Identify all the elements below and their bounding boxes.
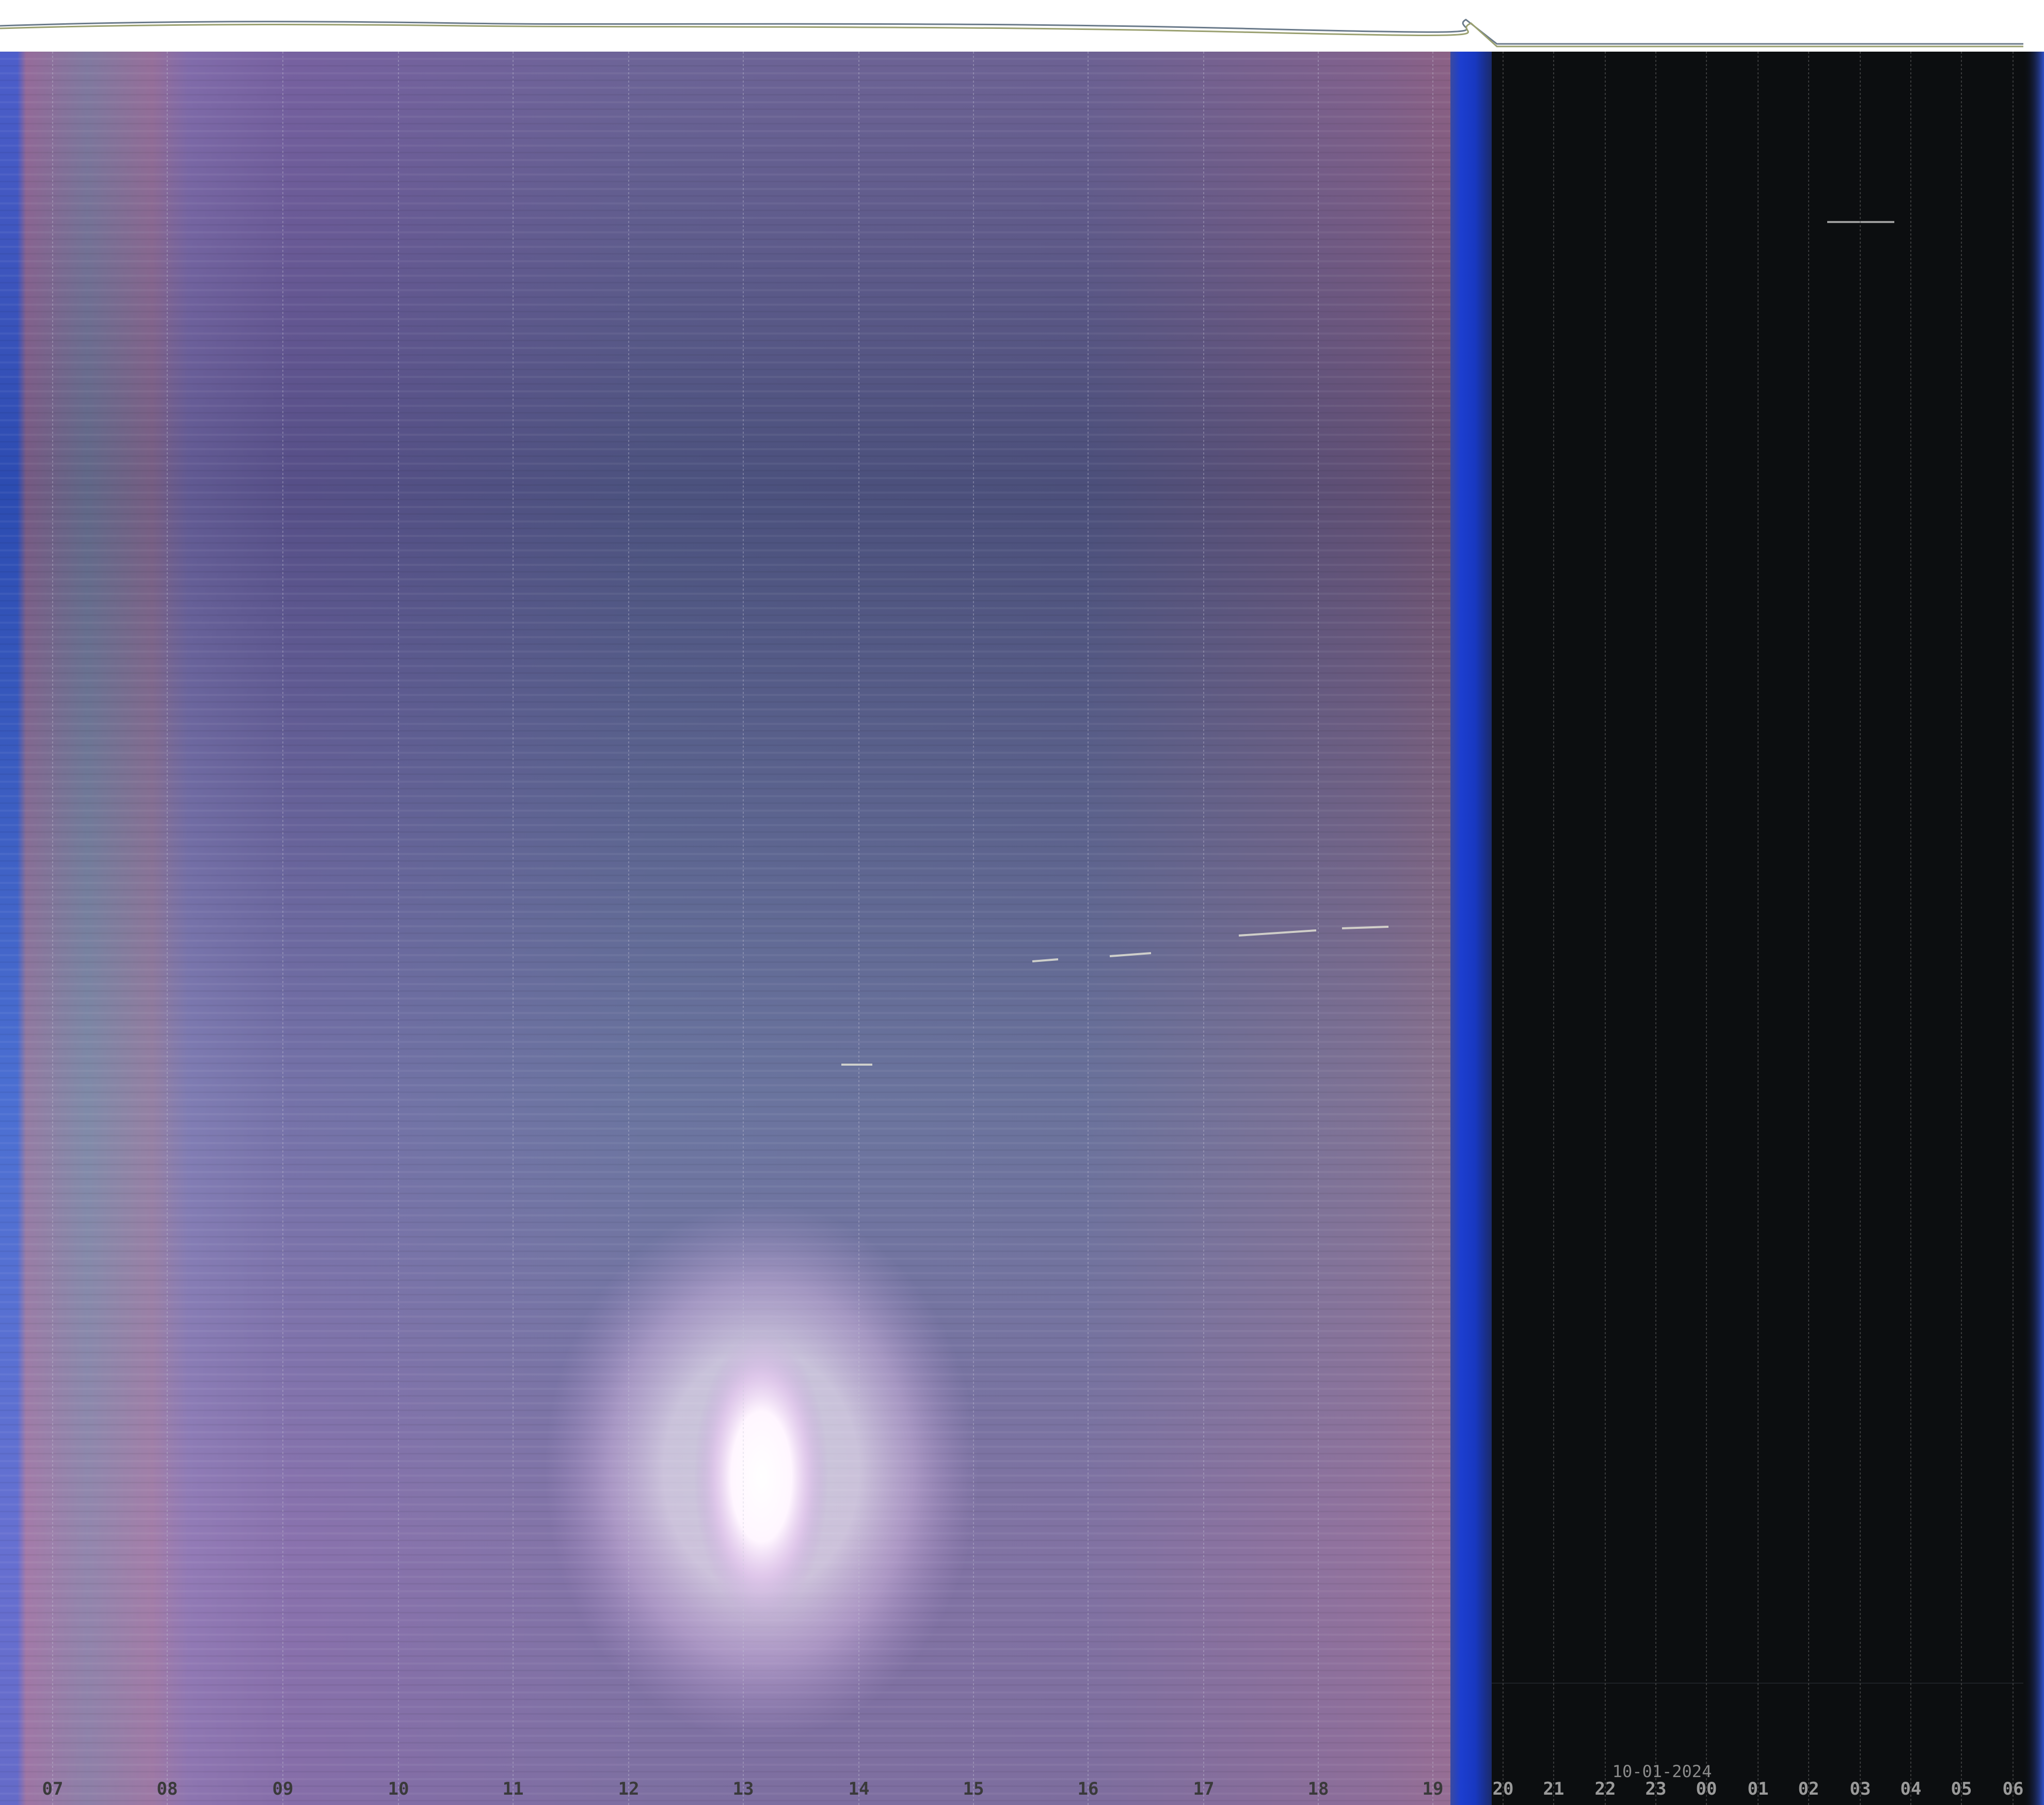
hour-label-22: 22 [1595, 1779, 1616, 1799]
hour-label-11: 11 [503, 1779, 524, 1799]
hour-label-14: 14 [849, 1779, 870, 1799]
hour-label-18: 18 [1308, 1779, 1329, 1799]
hour-label-05: 05 [1951, 1779, 1972, 1799]
date-label: 10-01-2024 [1612, 1762, 1712, 1781]
hour-label-15: 15 [963, 1779, 984, 1799]
twilight-band [1450, 52, 1492, 1805]
hour-label-00: 00 [1696, 1779, 1717, 1799]
hour-label-16: 16 [1078, 1779, 1099, 1799]
hour-label-23: 23 [1646, 1779, 1667, 1799]
hour-label-10: 10 [388, 1779, 409, 1799]
hour-label-21: 21 [1543, 1779, 1564, 1799]
hour-label-04: 04 [1901, 1779, 1922, 1799]
hour-label-08: 08 [157, 1779, 178, 1799]
hour-label-07: 07 [42, 1779, 63, 1799]
night-right-edge [2023, 52, 2044, 1805]
hour-label-13: 13 [733, 1779, 754, 1799]
hour-label-06: 06 [2003, 1779, 2024, 1799]
keogram-image: 07 08 09 10 11 12 13 14 15 16 17 18 19 20 21 22 23 00 01 02… [0, 0, 2044, 1805]
hour-label-09: 09 [273, 1779, 294, 1799]
hour-label-19: 19 [1423, 1779, 1444, 1799]
sun-glow [694, 1332, 828, 1621]
hour-label-12: 12 [618, 1779, 640, 1799]
hour-label-03: 03 [1850, 1779, 1871, 1799]
hour-label-01: 01 [1748, 1779, 1769, 1799]
hour-label-02: 02 [1798, 1779, 1819, 1799]
hour-label-20: 20 [1493, 1779, 1514, 1799]
hour-label-17: 17 [1193, 1779, 1215, 1799]
